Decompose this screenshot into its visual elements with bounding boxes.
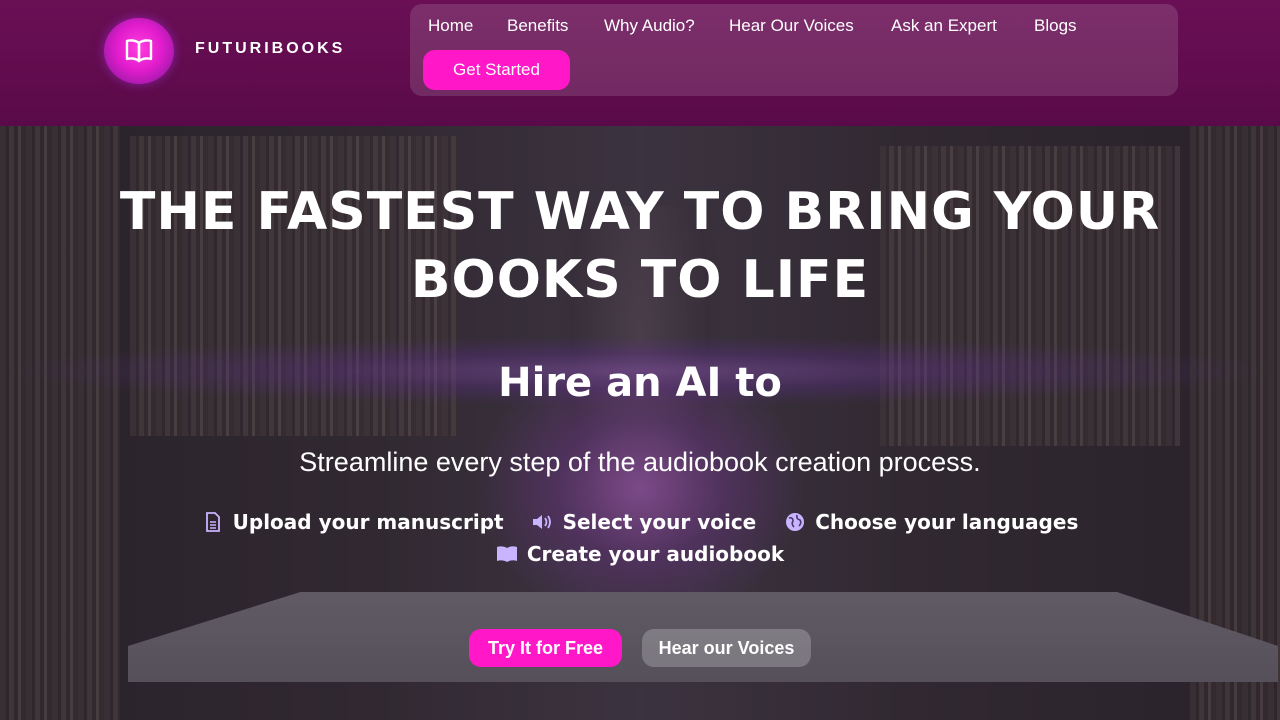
nav-benefits[interactable]: Benefits bbox=[507, 16, 568, 36]
step-create: Create your audiobook bbox=[496, 542, 784, 566]
document-icon bbox=[202, 511, 224, 533]
step-upload-label: Upload your manuscript bbox=[232, 510, 504, 534]
step-languages: Choose your languages bbox=[784, 510, 1078, 534]
book-icon bbox=[496, 543, 518, 565]
hero-section: THE FASTEST WAY TO BRING YOUR BOOKS TO L… bbox=[0, 126, 1280, 720]
nav-blogs[interactable]: Blogs bbox=[1034, 16, 1077, 36]
hero-subtitle: Hire an AI to bbox=[498, 360, 782, 406]
step-create-label: Create your audiobook bbox=[526, 542, 785, 566]
nav-hear-our-voices[interactable]: Hear Our Voices bbox=[729, 16, 854, 36]
step-voice-label: Select your voice bbox=[562, 510, 757, 534]
globe-icon bbox=[784, 511, 806, 533]
get-started-button[interactable]: Get Started bbox=[423, 50, 570, 90]
steps-list: Upload your manuscript Select your voice… bbox=[190, 510, 1090, 566]
logo[interactable] bbox=[104, 18, 176, 84]
hero-description: Streamline every step of the audiobook c… bbox=[299, 447, 981, 477]
open-book-icon bbox=[104, 18, 174, 84]
hero-title-line1: THE FASTEST WAY TO BRING YOUR bbox=[119, 182, 1161, 242]
try-it-free-button[interactable]: Try It for Free bbox=[469, 629, 622, 667]
step-languages-label: Choose your languages bbox=[815, 510, 1079, 534]
hear-our-voices-button[interactable]: Hear our Voices bbox=[642, 629, 811, 667]
step-voice: Select your voice bbox=[532, 510, 757, 534]
main-nav: Home Benefits Why Audio? Hear Our Voices… bbox=[410, 4, 1178, 96]
site-header: FUTURIBOOKS Home Benefits Why Audio? Hea… bbox=[0, 0, 1280, 126]
hero-title: THE FASTEST WAY TO BRING YOUR BOOKS TO L… bbox=[90, 178, 1190, 314]
nav-ask-an-expert[interactable]: Ask an Expert bbox=[891, 16, 997, 36]
brand-name: FUTURIBOOKS bbox=[195, 40, 346, 57]
nav-home[interactable]: Home bbox=[428, 16, 473, 36]
speaker-icon bbox=[532, 511, 554, 533]
nav-why-audio[interactable]: Why Audio? bbox=[604, 16, 695, 36]
hero-title-line2: BOOKS TO LIFE bbox=[410, 250, 870, 310]
step-upload: Upload your manuscript bbox=[202, 510, 504, 534]
